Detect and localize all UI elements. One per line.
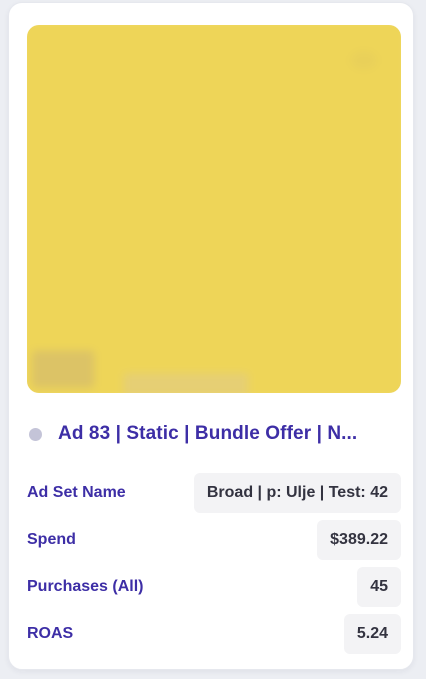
status-dot-icon: [29, 427, 42, 441]
ad-title-row: Ad 83 | Static | Bundle Offer | N...: [29, 419, 401, 449]
thumbnail-blur-detail: [350, 50, 378, 70]
metric-value: Broad | p: Ulje | Test: 42: [193, 473, 401, 513]
metric-label: ROAS: [27, 625, 74, 642]
ad-title[interactable]: Ad 83 | Static | Bundle Offer | N...: [58, 423, 401, 445]
thumbnail-blur-detail: [32, 350, 95, 388]
metric-label: Ad Set Name: [27, 484, 126, 501]
metric-row-ad-set-name: Ad Set Name Broad | p: Ulje | Test: 42: [27, 473, 401, 513]
metric-label: Spend: [27, 531, 76, 548]
metric-label: Purchases (All): [27, 578, 144, 595]
ad-thumbnail[interactable]: [27, 25, 401, 393]
ad-thumbnail-image: [27, 25, 401, 393]
metric-row-roas: ROAS 5.24: [27, 614, 401, 654]
metric-row-spend: Spend $389.22: [27, 520, 401, 560]
metrics-list: Ad Set Name Broad | p: Ulje | Test: 42 S…: [27, 473, 401, 661]
ad-card[interactable]: Ad 83 | Static | Bundle Offer | N... Ad …: [8, 2, 414, 670]
metric-value: 45: [357, 567, 401, 607]
metric-value: $389.22: [317, 520, 401, 560]
thumbnail-blur-detail: [123, 373, 249, 393]
metric-value: 5.24: [343, 614, 401, 654]
metric-row-purchases: Purchases (All) 45: [27, 567, 401, 607]
